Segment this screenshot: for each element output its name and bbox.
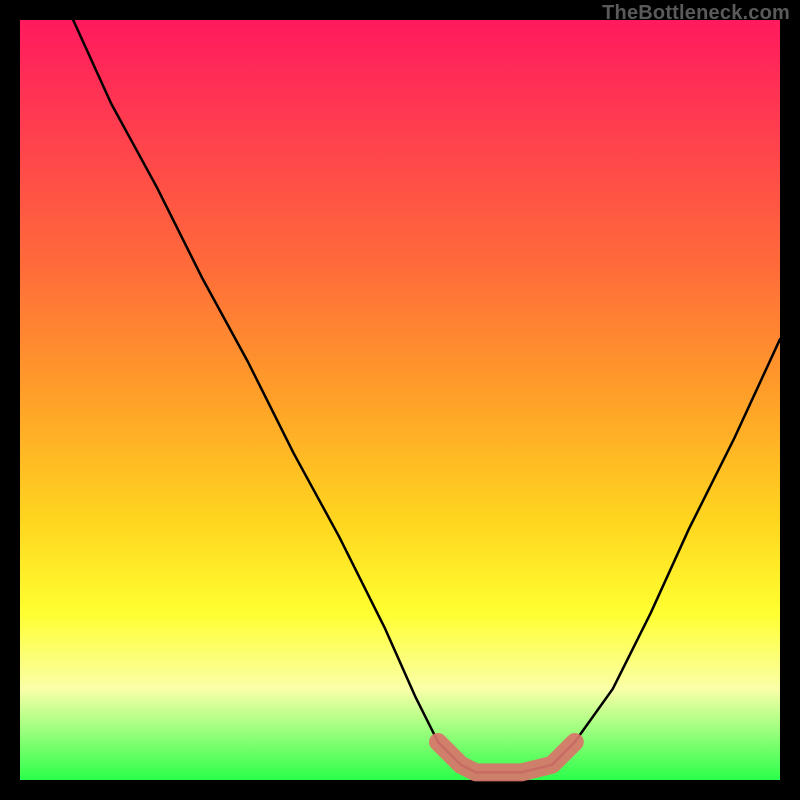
series-highlight — [438, 742, 575, 772]
chart-svg — [20, 20, 780, 780]
plot-area — [20, 20, 780, 780]
series-curve — [73, 20, 780, 772]
chart-stage: TheBottleneck.com — [0, 0, 800, 800]
